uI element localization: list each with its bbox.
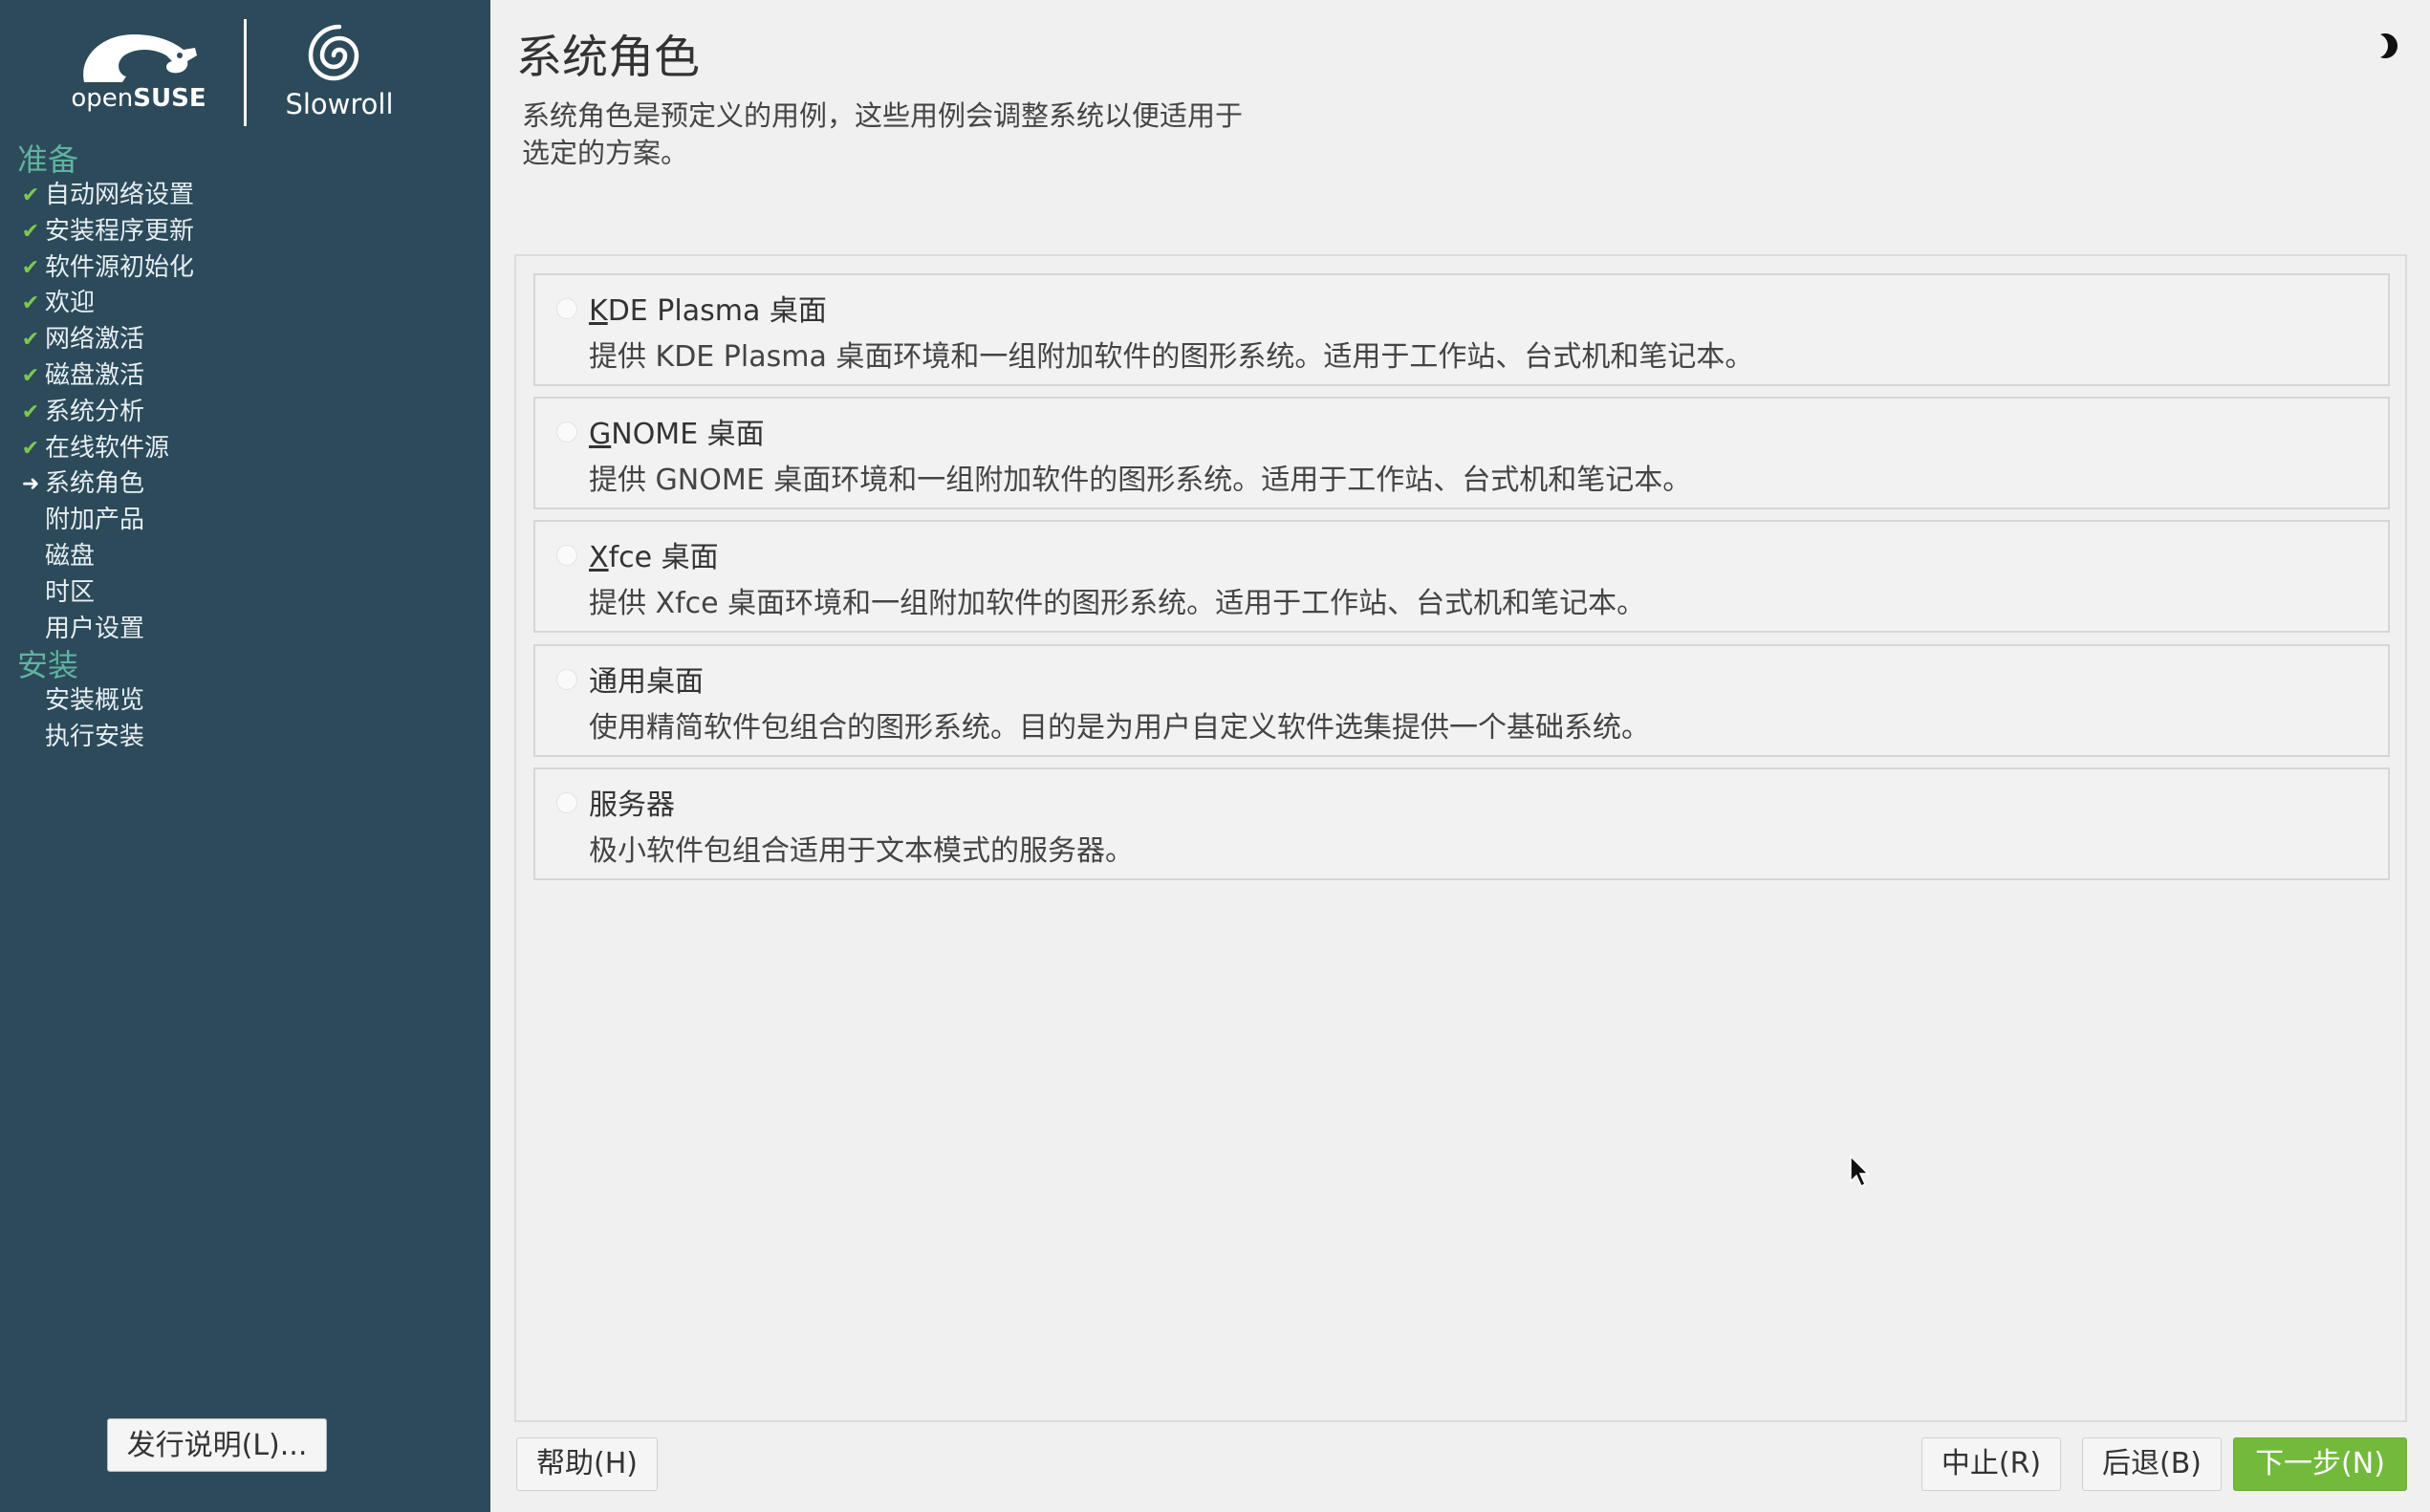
check-icon: ✔ bbox=[21, 436, 40, 461]
radio-button[interactable] bbox=[556, 669, 577, 690]
step-item: ✔ 在线软件源 bbox=[17, 431, 476, 467]
step-item: 执行安装 bbox=[45, 723, 145, 752]
opensuse-chameleon-icon bbox=[83, 34, 197, 82]
role-title: Xfce 桌面 bbox=[589, 541, 719, 574]
role-title: 服务器 bbox=[589, 788, 675, 822]
step-item-current: ➜ 系统角色 bbox=[17, 466, 476, 503]
step-item: ✔ 系统分析 bbox=[17, 395, 476, 431]
radio-button[interactable] bbox=[556, 421, 577, 443]
role-option-gnome[interactable]: GNOME 桌面 提供 GNOME 桌面环境和一组附加软件的图形系统。适用于工作… bbox=[533, 397, 2390, 509]
installation-steps: 准备 ✔ 自动网络设置 ✔ 安装程序更新 ✔ 软件源初始化 ✔ 欢迎 ✔ 网络激活 ✔ 磁盘… bbox=[17, 141, 476, 756]
radio-button[interactable] bbox=[556, 792, 577, 813]
step-item: 附加产品 bbox=[45, 506, 145, 535]
step-item: 磁盘 bbox=[45, 541, 96, 571]
role-option-kde[interactable]: KDE Plasma 桌面 提供 KDE Plasma 桌面环境和一组附加软件的… bbox=[533, 273, 2390, 386]
arrow-right-icon: ➜ bbox=[21, 472, 40, 497]
role-description: 极小软件包组合适用于文本模式的服务器。 bbox=[589, 834, 1134, 868]
opensuse-wordmark: openSUSE bbox=[71, 84, 206, 113]
theme-toggle-icon bbox=[2380, 33, 2397, 58]
check-icon: ✔ bbox=[21, 363, 40, 388]
role-option-xfce[interactable]: Xfce 桌面 提供 Xfce 桌面环境和一组附加软件的图形系统。适用于工作站、… bbox=[533, 520, 2390, 633]
next-button[interactable]: 下一步(N) bbox=[2233, 1437, 2407, 1491]
step-item: ✔ 网络激活 bbox=[17, 322, 476, 358]
slowroll-logo: Slowroll bbox=[277, 23, 401, 128]
page-description: 系统角色是预定义的用例，这些用例会调整系统以便适用于 选定的方案。 bbox=[522, 99, 1244, 169]
step-item: 时区 bbox=[45, 577, 96, 607]
step-section-install: 安装 bbox=[17, 647, 79, 684]
back-button[interactable]: 后退(B) bbox=[2082, 1437, 2222, 1491]
radio-button[interactable] bbox=[556, 545, 577, 566]
check-icon: ✔ bbox=[21, 328, 40, 353]
role-description: 提供 Xfce 桌面环境和一组附加软件的图形系统。适用于工作站、台式机和笔记本。 bbox=[589, 587, 1646, 620]
mouse-cursor-icon bbox=[1850, 1155, 1870, 1188]
step-item: ✔ 磁盘激活 bbox=[17, 358, 476, 395]
slowroll-spiral-icon bbox=[308, 24, 359, 81]
role-title: 通用桌面 bbox=[589, 665, 704, 699]
help-button[interactable]: 帮助(H) bbox=[516, 1437, 658, 1491]
check-icon: ✔ bbox=[21, 292, 40, 316]
logo-divider bbox=[244, 19, 247, 126]
step-item: ✔ 欢迎 bbox=[17, 286, 476, 322]
role-description: 使用精简软件包组合的图形系统。目的是为用户自定义软件选集提供一个基础系统。 bbox=[589, 711, 1650, 745]
role-title: GNOME 桌面 bbox=[589, 418, 765, 451]
step-item: ✔ 软件源初始化 bbox=[17, 250, 476, 287]
check-icon: ✔ bbox=[21, 219, 40, 244]
step-item: ✔ 自动网络设置 bbox=[17, 178, 476, 214]
page-title: 系统角色 bbox=[516, 31, 701, 84]
opensuse-logo: openSUSE bbox=[67, 27, 210, 115]
role-option-generic-desktop[interactable]: 通用桌面 使用精简软件包组合的图形系统。目的是为用户自定义软件选集提供一个基础系… bbox=[533, 644, 2390, 757]
slowroll-wordmark: Slowroll bbox=[285, 88, 394, 120]
check-icon: ✔ bbox=[21, 255, 40, 280]
step-item: ✔ 安装程序更新 bbox=[17, 214, 476, 250]
theme-toggle-button[interactable] bbox=[2369, 29, 2403, 63]
role-title: KDE Plasma 桌面 bbox=[589, 294, 827, 328]
step-section-prepare: 准备 bbox=[17, 141, 79, 178]
step-item: 安装概览 bbox=[45, 686, 145, 716]
step-item: 用户设置 bbox=[45, 614, 145, 643]
abort-button[interactable]: 中止(R) bbox=[1921, 1437, 2061, 1491]
logo-area: openSUSE Slowroll bbox=[0, 0, 490, 143]
release-notes-button[interactable]: 发行说明(L)... bbox=[107, 1418, 327, 1472]
check-icon: ✔ bbox=[21, 400, 40, 424]
role-description: 提供 KDE Plasma 桌面环境和一组附加软件的图形系统。适用于工作站、台式… bbox=[589, 340, 1754, 374]
sidebar: openSUSE Slowroll 准备 ✔ 自动网络设置 ✔ 安装程序更新 ✔ 软件… bbox=[0, 0, 490, 1512]
check-icon: ✔ bbox=[21, 184, 40, 207]
role-description: 提供 GNOME 桌面环境和一组附加软件的图形系统。适用于工作站、台式机和笔记本… bbox=[589, 464, 1692, 497]
radio-button[interactable] bbox=[556, 298, 577, 319]
role-option-server[interactable]: 服务器 极小软件包组合适用于文本模式的服务器。 bbox=[533, 767, 2390, 880]
